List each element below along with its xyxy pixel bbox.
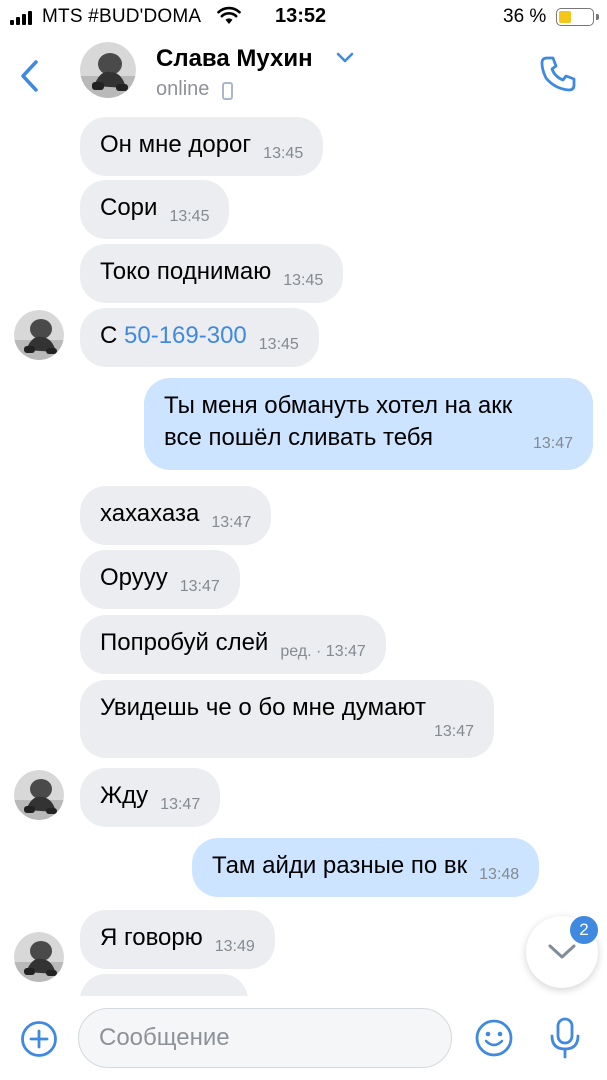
contact-status: online xyxy=(156,78,210,100)
message-bubble-outgoing[interactable]: Там айди разные по вк 13:48 xyxy=(192,838,540,897)
message-time: 13:45 xyxy=(169,208,210,225)
message-composer xyxy=(0,996,607,1080)
message-text: Попробуй слей xyxy=(100,629,269,656)
status-bar: MTS #BUD'DOMA 13:52 36 % xyxy=(0,0,607,34)
battery-percentage: 36 % xyxy=(503,6,547,27)
message-time: 13:45 xyxy=(283,272,324,289)
emoji-icon[interactable] xyxy=(474,1018,514,1058)
contact-name[interactable]: Слава Мухин xyxy=(156,45,313,73)
message-bubble[interactable]: Токо поднимаю 13:45 xyxy=(80,244,344,303)
message-time: 13:47 xyxy=(211,514,252,531)
message-bubble[interactable]: Он мне дорог 13:45 xyxy=(80,117,324,176)
sender-avatar[interactable] xyxy=(14,932,64,982)
unread-count-badge: 2 xyxy=(568,914,600,946)
message-bubble[interactable]: Оруyy 13:47 xyxy=(80,550,240,609)
chat-header: Слава Мухин online xyxy=(0,34,607,114)
message-time: 13:45 xyxy=(263,145,304,162)
message-text: Ты меня обмануть хотел на акк xyxy=(164,392,513,419)
message-bubble-outgoing[interactable]: Ты меня обмануть хотел на акк все пошёл … xyxy=(144,378,593,470)
status-time: 13:52 xyxy=(275,5,327,27)
signal-strength-icon xyxy=(10,11,32,25)
message-time: 13:49 xyxy=(214,938,255,955)
message-text: хахахаза xyxy=(100,500,200,527)
message-bubble[interactable]: Я говорю 13:49 xyxy=(80,910,275,969)
message-link[interactable]: 50-169-300 xyxy=(124,322,247,349)
message-bubble[interactable]: хахахаза 13:47 xyxy=(80,486,272,545)
sender-avatar[interactable] xyxy=(14,770,64,820)
message-bubble[interactable]: Попробуй слей ред. · 13:47 xyxy=(80,615,386,674)
add-attachment-icon[interactable] xyxy=(20,1020,58,1058)
message-bubble[interactable]: Увидешь че о бо мне думают 13:47 xyxy=(80,680,494,758)
message-text: Он мне дорог xyxy=(100,131,252,158)
message-time: 13:48 xyxy=(479,866,520,883)
message-text: Я говорю xyxy=(100,924,203,951)
carrier-name: MTS #BUD'DOMA xyxy=(42,6,202,27)
message-text: Токо поднимаю xyxy=(100,258,272,285)
contact-avatar[interactable] xyxy=(80,42,136,98)
message-bubble[interactable]: Сори 13:45 xyxy=(80,180,230,239)
mobile-device-icon xyxy=(222,82,233,100)
message-bubble-partial[interactable] xyxy=(80,974,248,996)
message-text: все пошёл сливать тебя xyxy=(164,424,434,451)
message-text: Жду xyxy=(100,782,149,809)
message-text: С xyxy=(100,322,124,349)
phone-icon[interactable] xyxy=(538,54,578,94)
message-time: 13:47 xyxy=(532,435,573,452)
chevron-down-icon[interactable] xyxy=(336,52,354,64)
message-time: ред. · 13:47 xyxy=(280,643,366,660)
message-text: Оруyy xyxy=(100,564,168,591)
battery-icon xyxy=(556,8,599,26)
message-list[interactable]: Он мне дорог 13:45 Сори 13:45 Токо поднима… xyxy=(0,114,607,996)
message-text: Увидешь че о бо мне думают xyxy=(100,694,426,721)
message-bubble[interactable]: С 50-169-300 13:45 xyxy=(80,308,319,367)
microphone-icon[interactable] xyxy=(548,1016,582,1060)
chevron-down-icon xyxy=(548,944,576,959)
message-text: Там айди разные по вк xyxy=(212,852,468,879)
message-time: 13:47 xyxy=(179,578,220,595)
message-bubble[interactable]: Жду 13:47 xyxy=(80,768,221,827)
sender-avatar[interactable] xyxy=(14,310,64,360)
message-input[interactable] xyxy=(78,1008,452,1068)
message-time: 13:47 xyxy=(160,796,201,813)
message-time: 13:47 xyxy=(433,723,474,740)
message-text: Сори xyxy=(100,194,158,221)
message-time: 13:45 xyxy=(258,336,299,353)
wifi-icon xyxy=(217,6,241,24)
back-icon[interactable] xyxy=(14,56,46,96)
